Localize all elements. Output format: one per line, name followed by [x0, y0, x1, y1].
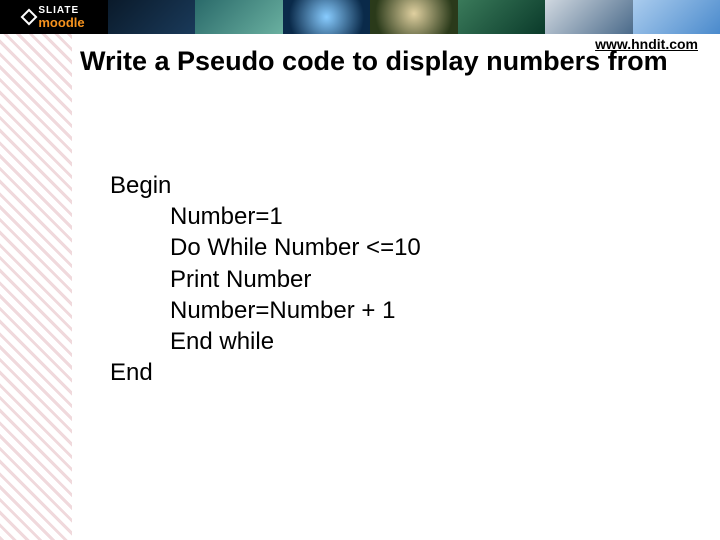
banner-panel — [458, 0, 545, 34]
left-decoration — [0, 0, 72, 540]
slide-title: Write a Pseudo code to display numbers f… — [80, 46, 668, 77]
logo-diamond-icon — [21, 9, 38, 26]
slide: SLIATE moodle www.hndit.com Write a Pseu… — [0, 0, 720, 540]
code-line: Begin — [110, 170, 421, 201]
logo-bottom: moodle — [38, 16, 84, 29]
logo: SLIATE moodle — [0, 0, 108, 34]
code-line: Print Number — [170, 264, 421, 295]
code-line: End while — [170, 326, 421, 357]
banner-panel — [108, 0, 195, 34]
banner-images — [108, 0, 720, 34]
banner-panel — [370, 0, 457, 34]
code-line: End — [110, 357, 421, 388]
banner-panel — [283, 0, 370, 34]
code-line: Do While Number <=10 — [170, 232, 421, 263]
banner-panel — [545, 0, 632, 34]
pseudocode-block: Begin Number=1 Do While Number <=10 Prin… — [110, 170, 421, 388]
banner-panel — [633, 0, 720, 34]
logo-text: SLIATE moodle — [38, 6, 84, 29]
code-line: Number=1 — [170, 201, 421, 232]
header-bar: SLIATE moodle — [0, 0, 720, 34]
banner-panel — [195, 0, 282, 34]
logo-top: SLIATE — [38, 6, 84, 16]
code-line: Number=Number + 1 — [170, 295, 421, 326]
